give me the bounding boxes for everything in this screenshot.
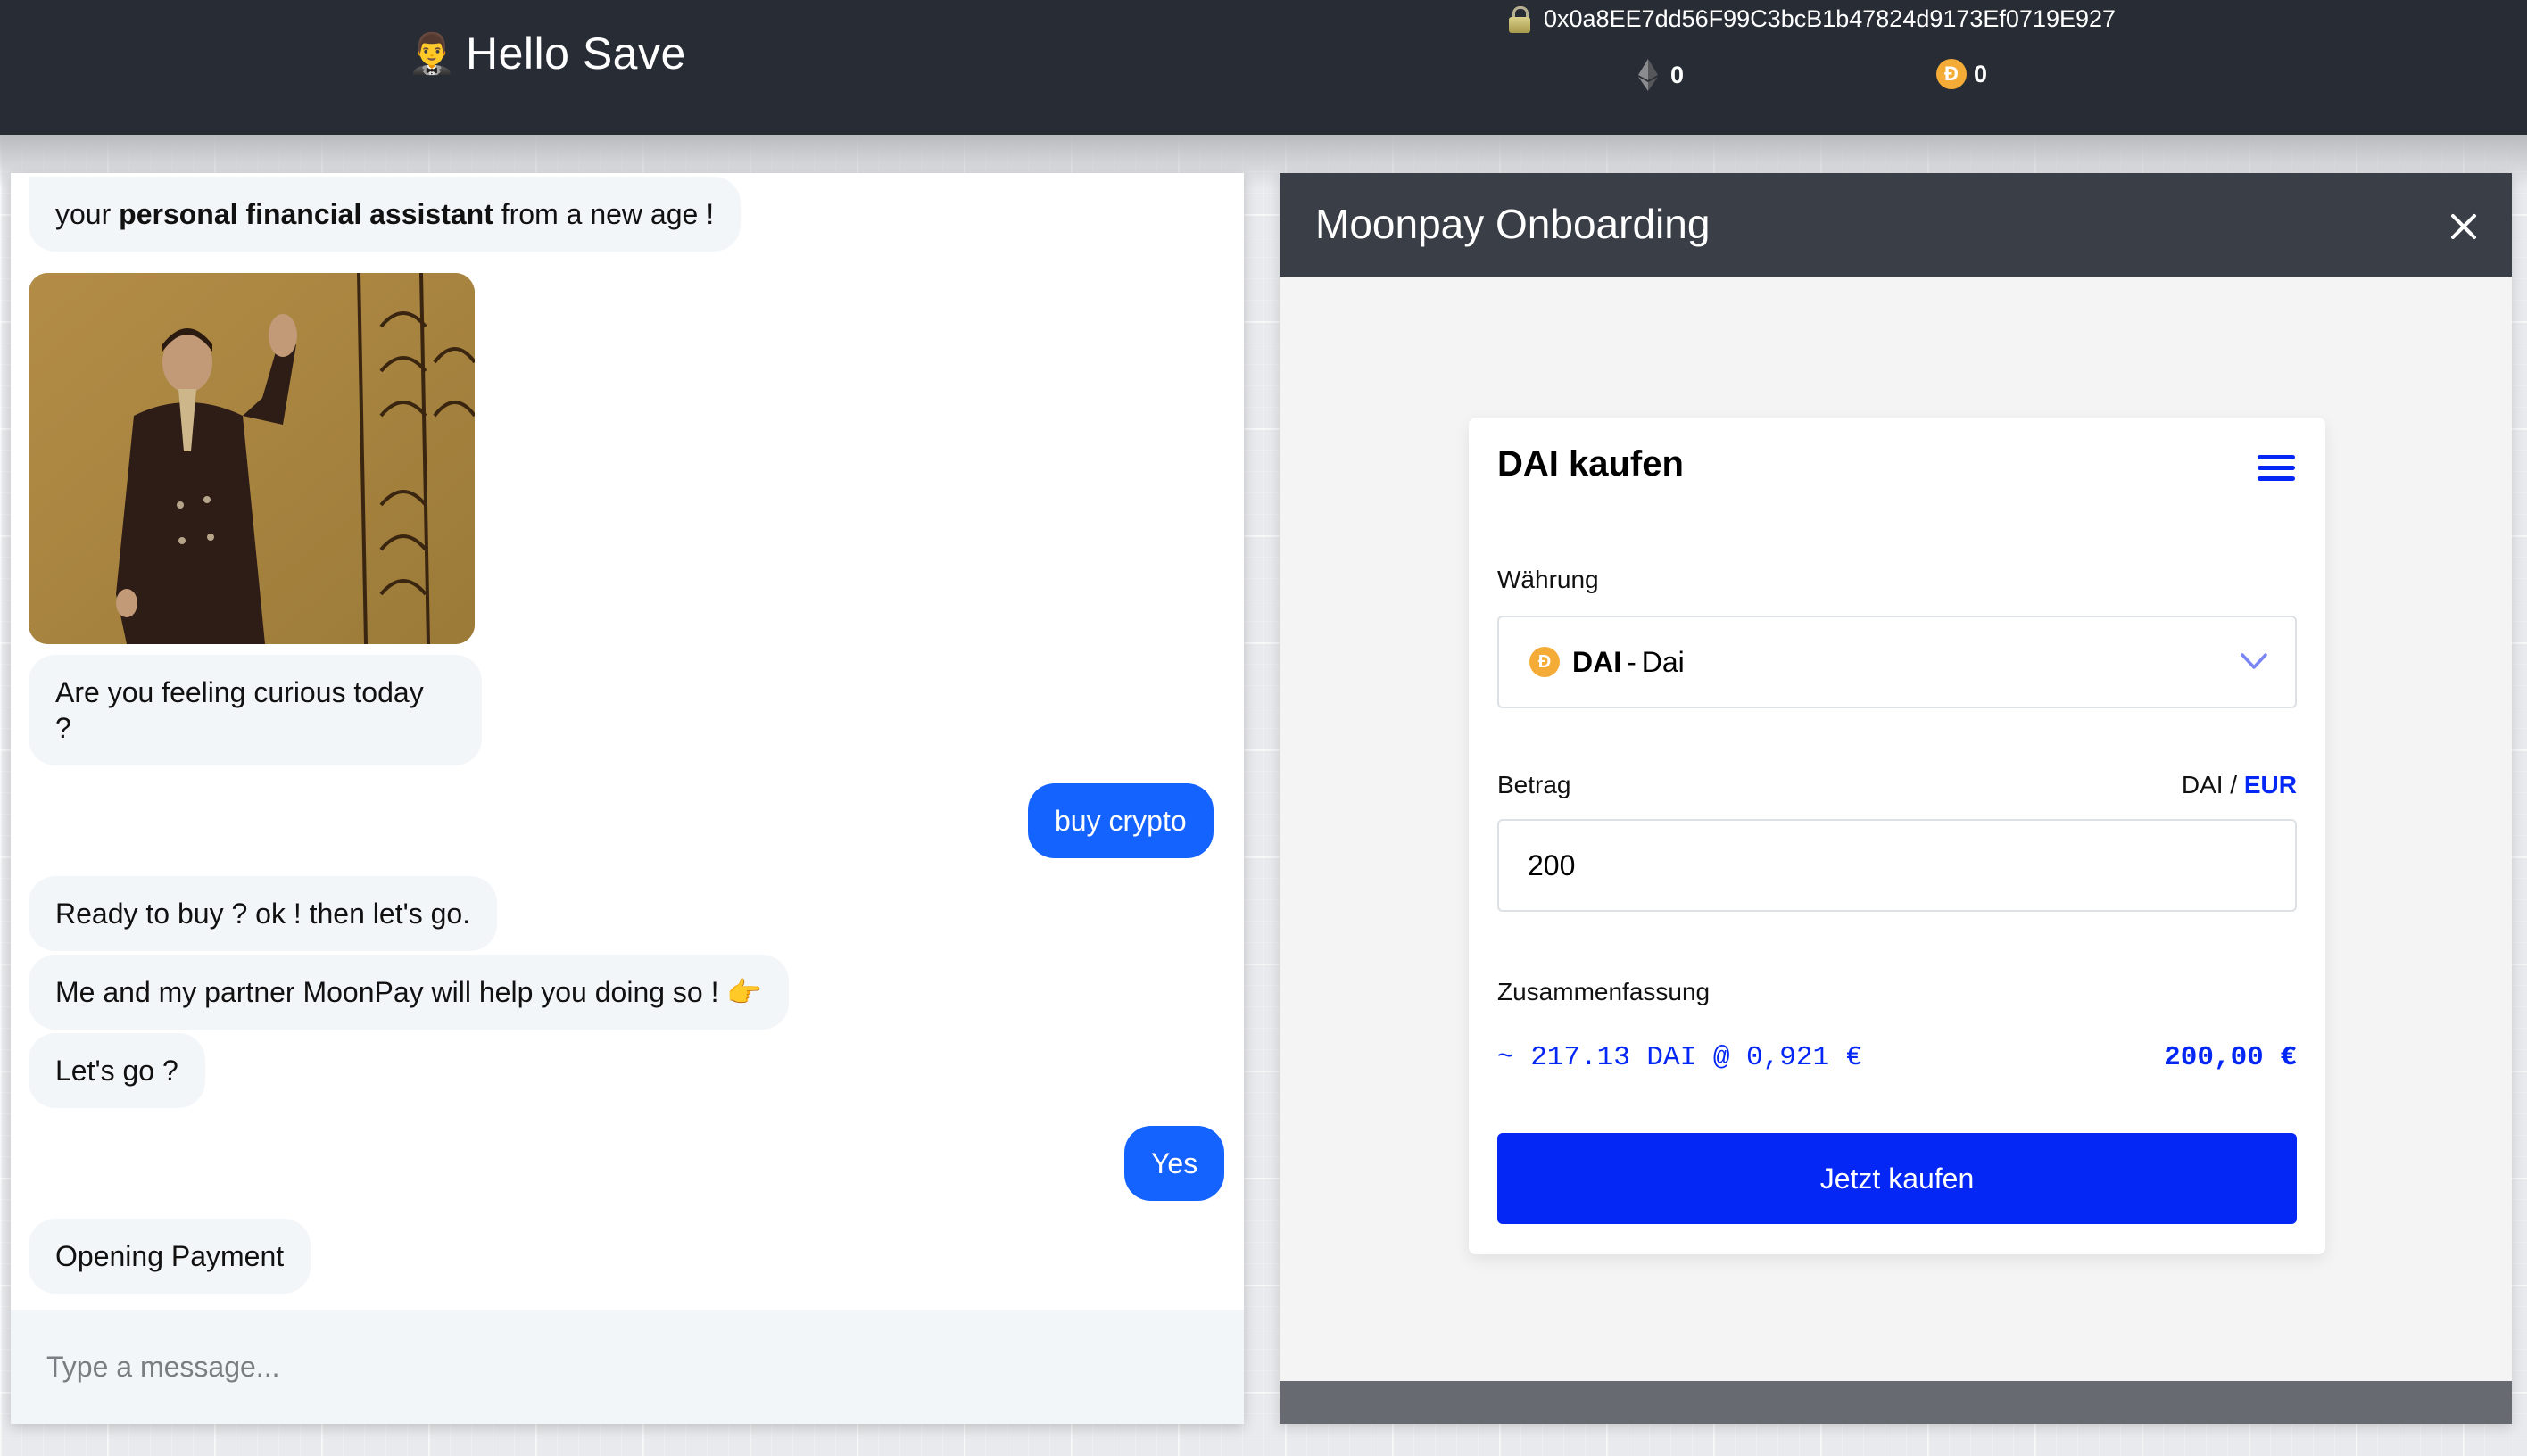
eth-balance-value: 0 — [1670, 61, 1685, 88]
unit-fiat[interactable]: EUR — [2244, 771, 2297, 798]
amount-input[interactable] — [1499, 821, 2295, 910]
lock-icon — [1508, 5, 1531, 33]
bot-message: your personal financial assistant from a… — [29, 177, 742, 252]
waving-man-image — [29, 273, 475, 644]
message-text: your — [55, 198, 120, 230]
brand: 🤵‍♂️ Hello Save — [407, 27, 686, 80]
bot-image-message — [29, 273, 475, 644]
eth-balance: 0 — [1638, 59, 1684, 91]
modal-title: Moonpay Onboarding — [1315, 201, 1711, 247]
chevron-down-icon — [2241, 653, 2267, 669]
chat-panel: your personal financial assistant from a… — [11, 173, 1244, 1424]
moonpay-modal: Moonpay Onboarding DAI kaufen Währung Đ … — [1280, 173, 2512, 1424]
amount-label: Betrag — [1497, 771, 1571, 798]
bot-message: Are you feeling curious today ? — [29, 655, 482, 765]
dai-icon: Đ — [1529, 647, 1560, 677]
message-input[interactable] — [11, 1310, 1244, 1424]
bot-message: Me and my partner MoonPay will help you … — [29, 955, 790, 1030]
currency-select[interactable]: Đ DAI - Dai — [1497, 616, 2297, 708]
summary-quote: ~ 217.13 DAI @ 0,921 € — [1497, 1042, 1863, 1073]
user-message: buy crypto — [1028, 783, 1214, 858]
app-title: Hello Save — [466, 29, 686, 79]
wallet-address-text: 0x0a8EE7dd56F99C3bcB1b47824d9173Ef0719E9… — [1544, 5, 2117, 32]
message-text: ? — [55, 712, 71, 744]
unit-divider: / — [2223, 771, 2244, 798]
currency-symbol: DAI — [1572, 645, 1622, 678]
close-icon[interactable] — [2446, 209, 2481, 244]
message-bold-text: personal financial assistant — [119, 198, 493, 230]
butler-emoji-icon: 🤵‍♂️ — [407, 32, 457, 76]
message-text: Are you feeling curious today — [55, 676, 424, 708]
message-text: buy crypto — [1055, 805, 1187, 837]
message-text: Let's go ? — [55, 1055, 178, 1087]
summary-total: 200,00 € — [2164, 1042, 2297, 1073]
widget-title: DAI kaufen — [1497, 444, 1684, 484]
unit-toggle[interactable]: DAI / EUR — [2182, 771, 2297, 799]
hamburger-menu-icon[interactable] — [2258, 455, 2295, 482]
unit-crypto[interactable]: DAI — [2182, 771, 2224, 798]
message-text: from a new age ! — [493, 198, 715, 230]
message-text: Opening Payment — [55, 1240, 285, 1272]
ethereum-icon — [1638, 59, 1658, 91]
wallet-address: 0x0a8EE7dd56F99C3bcB1b47824d9173Ef0719E9… — [1508, 5, 2116, 33]
moonpay-widget: DAI kaufen Währung Đ DAI - Dai Betrag DA… — [1469, 418, 2325, 1254]
modal-footer-bar — [1280, 1381, 2512, 1424]
dai-icon: Đ — [1936, 59, 1967, 89]
dai-balance-value: 0 — [1974, 60, 1988, 87]
dai-balance: Đ 0 — [1936, 59, 1987, 89]
message-list[interactable]: your personal financial assistant from a… — [11, 173, 1244, 1310]
bot-message: Let's go ? — [29, 1033, 205, 1108]
app-header: 🤵‍♂️ Hello Save 0x0a8EE7dd56F99C3bcB1b47… — [0, 0, 2527, 135]
currency-separator: - — [1627, 645, 1636, 678]
summary-label: Zusammenfassung — [1497, 978, 1711, 1005]
buy-now-button[interactable]: Jetzt kaufen — [1497, 1133, 2297, 1224]
modal-header: Moonpay Onboarding — [1280, 173, 2512, 277]
bot-message: Opening Payment — [29, 1219, 311, 1294]
amount-field — [1497, 819, 2297, 912]
bot-message: Ready to buy ? ok ! then let's go. — [29, 876, 498, 951]
message-text: Ready to buy ? ok ! then let's go. — [55, 898, 471, 930]
currency-name: Dai — [1641, 645, 1685, 678]
message-text: Yes — [1151, 1147, 1198, 1179]
user-message: Yes — [1124, 1126, 1225, 1201]
message-composer — [11, 1310, 1244, 1424]
message-text: Me and my partner MoonPay will help you … — [55, 976, 763, 1008]
currency-label: Währung — [1497, 566, 1599, 593]
